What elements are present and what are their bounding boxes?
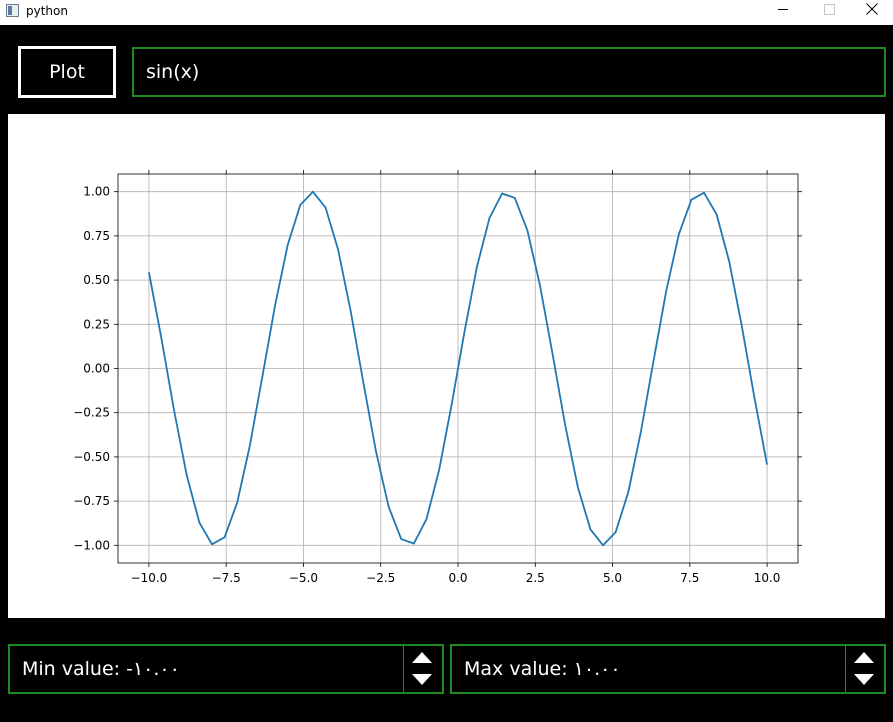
plot-canvas: −10.0 −7.5 −5.0 −2.5 0.0 2.5 5.0 7.5 10.0 −1.00 −0…	[8, 114, 885, 618]
x-tick-label: −2.5	[366, 571, 395, 585]
expression-value: sin(x)	[146, 61, 200, 83]
chart: −10.0 −7.5 −5.0 −2.5 0.0 2.5 5.0 7.5 10.0 −1.00 −0…	[73, 170, 802, 585]
arrow-down-icon	[412, 674, 432, 685]
arrow-down-icon	[854, 674, 874, 685]
y-tick-label: 0.00	[83, 362, 110, 376]
title-bar: python	[0, 0, 893, 25]
window-title: python	[26, 4, 68, 18]
x-tick-label: 5.0	[603, 571, 622, 585]
min-value-spinbox[interactable]: Min value: -١٠.٠٠	[8, 644, 444, 694]
x-tick-label: 2.5	[526, 571, 545, 585]
max-value-spinbox[interactable]: Max value: ١٠.٠٠	[450, 644, 886, 694]
x-tick-label: 10.0	[754, 571, 781, 585]
minimize-button[interactable]	[761, 0, 806, 25]
y-tick-label: −0.75	[73, 494, 110, 508]
max-value-stepper	[845, 646, 884, 692]
x-tick-label: −10.0	[131, 571, 168, 585]
arrow-up-icon	[854, 652, 874, 663]
max-increment-button[interactable]	[846, 646, 884, 669]
x-tick-label: 0.0	[448, 571, 467, 585]
x-tick-label: 7.5	[680, 571, 699, 585]
min-value-stepper	[403, 646, 442, 692]
app-icon	[6, 4, 19, 17]
plot-button[interactable]: Plot	[18, 46, 116, 98]
y-tick-label: −0.25	[73, 406, 110, 420]
min-value-text: Min value: -١٠.٠٠	[22, 658, 180, 680]
y-tick-label: −1.00	[73, 538, 110, 552]
min-decrement-button[interactable]	[404, 669, 442, 692]
y-tick-label: 0.25	[83, 317, 110, 331]
close-button[interactable]	[848, 0, 893, 25]
y-tick-label: 0.50	[83, 273, 110, 287]
arrow-up-icon	[412, 652, 432, 663]
max-value-text: Max value: ١٠.٠٠	[464, 658, 621, 680]
max-decrement-button[interactable]	[846, 669, 884, 692]
y-tick-label: 0.75	[83, 229, 110, 243]
y-tick-label: 1.00	[83, 185, 110, 199]
min-increment-button[interactable]	[404, 646, 442, 669]
x-tick-label: −5.0	[289, 571, 318, 585]
y-tick-label: −0.50	[73, 450, 110, 464]
expression-input[interactable]: sin(x)	[132, 47, 886, 97]
close-icon	[866, 3, 878, 15]
maximize-button[interactable]	[806, 0, 851, 25]
x-tick-label: −7.5	[212, 571, 241, 585]
